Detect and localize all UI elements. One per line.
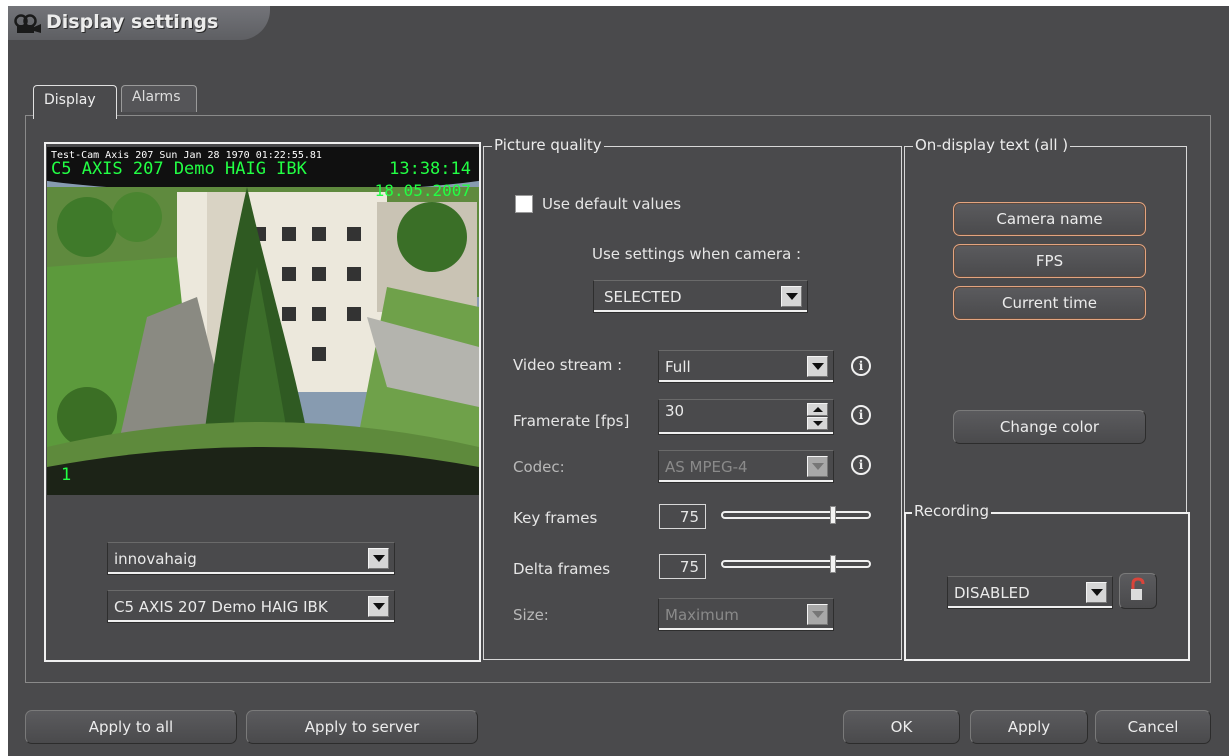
deltaframes-slider[interactable] [721, 560, 871, 568]
server-select-value: innovahaig [114, 550, 197, 568]
tab-alarms[interactable]: Alarms [121, 85, 197, 112]
video-stream-select[interactable]: Full [658, 350, 834, 383]
chevron-down-icon[interactable] [368, 596, 389, 617]
camera-select-value: C5 AXIS 207 Demo HAIG IBK [114, 598, 328, 616]
codec-value: AS MPEG-4 [665, 458, 748, 476]
deltaframes-slider-thumb[interactable] [830, 555, 836, 573]
current-time-button[interactable]: Current time [953, 286, 1146, 320]
deltaframes-value[interactable]: 75 [659, 554, 706, 579]
title-bar: Display settings [8, 6, 270, 40]
picture-quality-title: Picture quality [492, 136, 604, 154]
chevron-down-icon[interactable] [368, 548, 389, 569]
codec-info-icon[interactable]: i [851, 455, 871, 475]
window-title: Display settings [46, 11, 219, 33]
video-preview[interactable]: Test-Cam Axis 207 Sun Jan 28 1970 01:22:… [47, 147, 479, 495]
use-default-checkbox[interactable] [515, 195, 533, 213]
codec-select[interactable]: AS MPEG-4 [658, 450, 834, 483]
on-display-text-title: On-display text (all ) [913, 136, 1071, 154]
tab-alarms-label: Alarms [132, 89, 181, 105]
apply-to-server-button[interactable]: Apply to server [246, 710, 478, 744]
keyframes-label: Key frames [513, 509, 598, 527]
video-overlay-camera-name: C5 AXIS 207 Demo HAIG IBK [51, 159, 307, 179]
framerate-spinner[interactable] [807, 403, 828, 430]
video-overlay-time: 13:38:14 [389, 159, 471, 179]
video-overlay-fps: 1 [61, 465, 72, 485]
framerate-info-icon[interactable]: i [851, 405, 871, 425]
chevron-down-icon[interactable] [1086, 582, 1107, 603]
camera-icon [14, 14, 41, 33]
keyframes-slider[interactable] [721, 511, 871, 519]
change-color-button[interactable]: Change color [953, 410, 1146, 444]
tab-display[interactable]: Display [33, 85, 117, 119]
recording-title: Recording [912, 502, 992, 520]
apply-button[interactable]: Apply [970, 710, 1088, 744]
chevron-down-icon[interactable] [807, 604, 828, 625]
video-stream-info-icon[interactable]: i [851, 356, 871, 376]
spin-down-icon[interactable] [807, 417, 828, 430]
use-default-label: Use default values [542, 195, 682, 213]
server-select[interactable]: innovahaig [107, 542, 395, 575]
record-lock-button[interactable] [1119, 573, 1157, 609]
apply-to-all-button[interactable]: Apply to all [25, 710, 237, 744]
tab-display-label: Display [44, 92, 96, 108]
camera-name-button[interactable]: Camera name [953, 202, 1146, 236]
chevron-down-icon[interactable] [807, 456, 828, 477]
chevron-down-icon[interactable] [781, 286, 802, 307]
recording-select[interactable]: DISABLED [947, 576, 1113, 609]
size-value: Maximum [665, 606, 739, 624]
video-stream-label: Video stream : [513, 356, 623, 374]
video-stream-value: Full [665, 358, 691, 376]
on-display-text-group: On-display text (all ) [904, 136, 1187, 512]
use-settings-label: Use settings when camera : [592, 245, 802, 263]
spin-up-icon[interactable] [807, 403, 828, 416]
use-settings-select[interactable]: SELECTED [593, 280, 808, 313]
keyframes-slider-thumb[interactable] [830, 506, 836, 524]
fps-button[interactable]: FPS [953, 244, 1146, 278]
recording-value: DISABLED [954, 584, 1030, 602]
deltaframes-label: Delta frames [513, 560, 611, 578]
cancel-button[interactable]: Cancel [1095, 710, 1211, 744]
keyframes-value[interactable]: 75 [659, 504, 706, 529]
framerate-label: Framerate [fps] [513, 412, 630, 430]
video-overlay-date: 18.05.2007 [374, 181, 471, 200]
lock-icon [1131, 577, 1145, 600]
ok-button[interactable]: OK [843, 710, 960, 744]
framerate-spinbox[interactable]: 30 [658, 399, 834, 435]
size-select[interactable]: Maximum [658, 598, 834, 631]
size-label: Size: [513, 606, 549, 624]
framerate-value: 30 [665, 402, 685, 420]
codec-label: Codec: [513, 458, 565, 476]
chevron-down-icon[interactable] [807, 356, 828, 377]
use-settings-value: SELECTED [604, 288, 682, 306]
camera-select[interactable]: C5 AXIS 207 Demo HAIG IBK [107, 590, 395, 623]
